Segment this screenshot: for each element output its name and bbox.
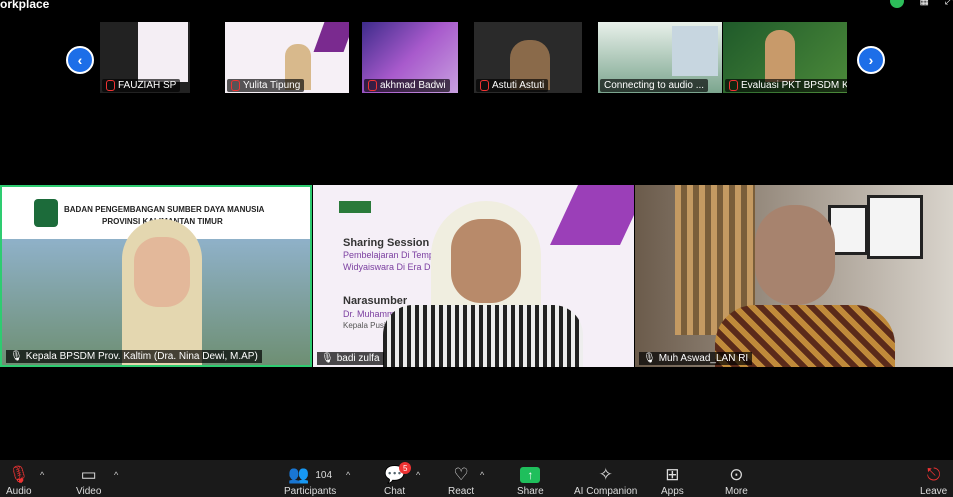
participant-name: akhmad Badwi [380, 80, 446, 91]
react-label: React [448, 486, 475, 497]
mic-muted-icon [106, 80, 115, 91]
participant-name-tag: akhmad Badwi [364, 79, 450, 92]
participant-name-tag: Yulita Tipung [227, 79, 305, 92]
next-page-button[interactable]: › [857, 46, 885, 74]
window-title: orkplace [0, 0, 50, 11]
react-options-caret-icon[interactable]: ^ [480, 470, 484, 480]
video-tile[interactable]: Sharing Session Pembelajaran Di Temp Wid… [313, 185, 634, 367]
participant-name-tag: Astuti Astuti [476, 79, 549, 92]
participants-options-caret-icon[interactable]: ^ [346, 470, 350, 480]
audio-label: Audio [6, 486, 32, 497]
heart-icon: ♡ [453, 465, 469, 484]
top-right-controls: ▦ ⤢ [889, 0, 953, 8]
chat-unread-badge: 5 [399, 462, 412, 474]
leave-door-icon: ⎋ [926, 465, 941, 484]
participants-icon: 👥 104 [288, 465, 333, 484]
audio-options-caret-icon[interactable]: ^ [40, 470, 44, 480]
participant-thumb[interactable]: akhmad Badwi [362, 22, 458, 93]
meeting-toolbar: 🎙 Audio ^ ▭ Video ^ 👥 104 Participants ^ … [0, 460, 953, 497]
react-button[interactable]: ♡ React [448, 464, 474, 497]
leave-label: Leave [920, 486, 948, 497]
chat-label: Chat [384, 486, 406, 497]
participant-name: Evaluasi PKT BPSDM K... [741, 80, 847, 91]
kaltim-logo [34, 199, 58, 227]
audio-button[interactable]: 🎙 Audio [6, 464, 32, 497]
participants-label: Participants [284, 486, 337, 497]
wall-frame [867, 195, 923, 259]
chat-options-caret-icon[interactable]: ^ [416, 470, 420, 480]
participant-name: Muh Aswad_LAN RI [658, 353, 749, 364]
chat-icon: 💬 5 [384, 462, 412, 486]
participant-thumb[interactable]: Yulita Tipung [225, 22, 349, 93]
participant-name-tag: FAUZIAH SP [102, 79, 181, 92]
share-button[interactable]: ↑ Share [517, 464, 544, 497]
participant-thumb[interactable]: Astuti Astuti [474, 22, 582, 93]
fullscreen-icon[interactable]: ⤢ [945, 0, 953, 7]
sparkle-icon: ✧ [598, 465, 613, 484]
apps-button[interactable]: ⊞ Apps [661, 464, 684, 497]
participant-name: FAUZIAH SP [118, 80, 177, 91]
participant-name: Connecting to audio ... [604, 80, 705, 91]
participant-name-tag: 🎙 Muh Aswad_LAN RI [639, 352, 753, 365]
participant-name: Yulita Tipung [243, 80, 301, 91]
video-options-caret-icon[interactable]: ^ [114, 470, 118, 480]
participant-name-tag: Evaluasi PKT BPSDM K... [725, 79, 847, 92]
chevron-left-icon: ‹ [77, 52, 83, 68]
participant-name: badi zulfa [336, 353, 380, 364]
banner-line-1: BADAN PENGEMBANGAN SUMBER DAYA MANUSIA [64, 205, 265, 214]
mic-muted-icon [729, 80, 738, 91]
chat-button[interactable]: 💬 5 Chat [384, 462, 412, 497]
mic-icon: 🎙 [643, 353, 656, 364]
participant-thumb[interactable]: Connecting to audio ... [598, 22, 722, 93]
participant-thumb[interactable]: FAUZIAH SP [100, 22, 190, 93]
participant-name: Astuti Astuti [492, 80, 545, 91]
video-tile-active-speaker[interactable]: BADAN PENGEMBANGAN SUMBER DAYA MANUSIA P… [0, 185, 312, 367]
ai-companion-label: AI Companion [574, 486, 638, 497]
view-icon[interactable]: ▦ [920, 0, 929, 7]
participant-name-tag: Connecting to audio ... [600, 79, 709, 92]
video-label: Video [76, 486, 102, 497]
video-tile[interactable]: 🎙 Muh Aswad_LAN RI [635, 185, 953, 367]
bpsdm-logo [339, 201, 371, 213]
slide-line-2: Widyaiswara Di Era Digi [343, 262, 440, 272]
participant-strip: FAUZIAH SP Yulita Tipung akhmad Badwi As… [100, 22, 848, 93]
participant-thumb[interactable]: Evaluasi PKT BPSDM K... [723, 22, 847, 93]
ai-companion-button[interactable]: ✧ AI Companion [574, 464, 637, 497]
video-camera-icon: ▭ [80, 465, 97, 484]
leave-button[interactable]: ⎋ Leave [920, 464, 947, 497]
slide-heading: Sharing Session [343, 237, 430, 249]
participants-button[interactable]: 👥 104 Participants [284, 464, 336, 497]
mic-icon: 🎙 [321, 353, 334, 364]
share-label: Share [517, 486, 544, 497]
prev-page-button[interactable]: ‹ [66, 46, 94, 74]
participant-name-tag: 🎙 badi zulfa [317, 352, 384, 365]
more-dots-icon: ⊙ [729, 465, 744, 484]
mic-muted-icon: 🎙 [7, 465, 30, 484]
apps-label: Apps [661, 486, 684, 497]
mic-icon: 🎙 [10, 351, 23, 362]
video-button[interactable]: ▭ Video [76, 464, 101, 497]
more-button[interactable]: ⊙ More [725, 464, 748, 497]
encryption-shield-icon[interactable] [889, 0, 904, 8]
apps-icon: ⊞ [665, 465, 680, 484]
mic-muted-icon [480, 80, 489, 91]
participants-count: 104 [315, 469, 333, 481]
participant-name: Kepala BPSDM Prov. Kaltim (Dra. Nina Dew… [25, 351, 258, 362]
chevron-right-icon: › [868, 52, 874, 68]
more-label: More [725, 486, 748, 497]
slide-narasumber: Narasumber [343, 295, 408, 307]
slide-line-1: Pembelajaran Di Temp [343, 250, 434, 260]
participant-name-tag: 🎙 Kepala BPSDM Prov. Kaltim (Dra. Nina De… [6, 350, 262, 363]
share-screen-icon: ↑ [520, 464, 541, 486]
mic-muted-icon [368, 80, 377, 91]
mic-muted-icon [231, 80, 240, 91]
